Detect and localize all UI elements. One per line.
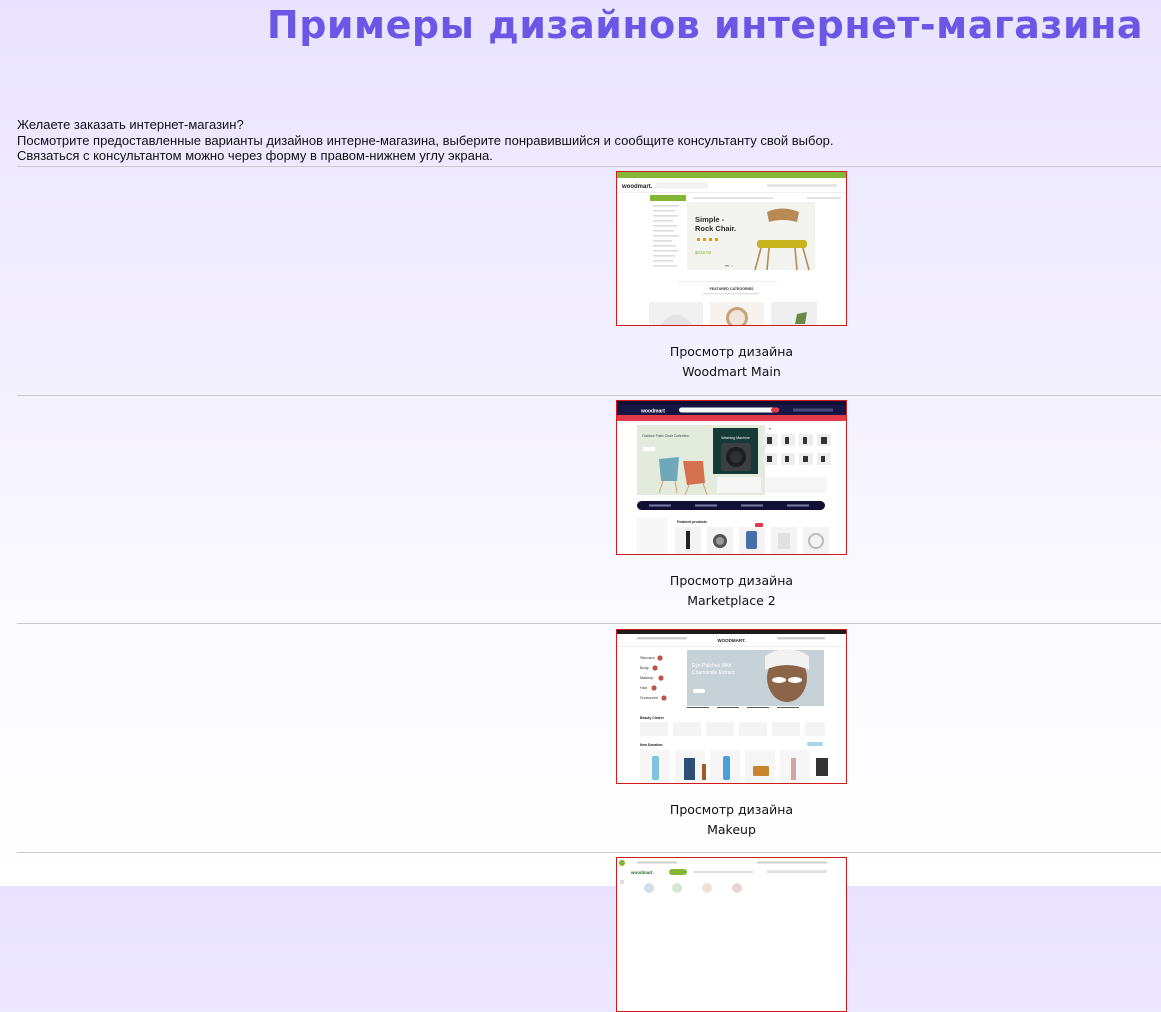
caption-line-preview: Просмотр дизайна <box>669 802 794 817</box>
thumb-category: Hair <box>640 686 648 690</box>
intro-text: Желаете заказать интернет-магазин? Посмо… <box>17 117 1147 164</box>
thumb-hero-title-1: Simple - <box>695 215 725 224</box>
divider <box>17 623 1161 624</box>
svg-text:≡: ≡ <box>769 427 771 431</box>
thumb-section-title: FEATURED CATEGORIES <box>710 287 754 291</box>
thumb-logo: woodmart. <box>630 870 654 875</box>
caption-line-design-name: Woodmart Main <box>682 364 781 379</box>
divider <box>17 166 1161 167</box>
thumb-hero-title-1: Eye Patches With <box>692 663 732 669</box>
divider <box>17 395 1161 396</box>
thumb-logo: WOODMART. <box>717 638 745 643</box>
thumb-hero-text: Outdoor Patio Chair Collection <box>642 434 689 438</box>
caption-line-design-name: Makeup <box>707 822 756 837</box>
intro-line-contact: Связаться с консультантом можно через фо… <box>17 148 493 163</box>
thumb-section-title: Featured products <box>677 520 707 524</box>
divider <box>17 852 1161 853</box>
thumb-hero-title-2: Chamomile Extract <box>692 670 735 676</box>
intro-line-question: Желаете заказать интернет-магазин? <box>17 117 244 132</box>
thumb-section-title: Beauty Clearer <box>640 716 665 720</box>
caption-line-preview: Просмотр дизайна <box>669 344 794 359</box>
thumb-promo: Washing Machine <box>721 436 749 440</box>
design-thumbnail-makeup[interactable]: WOODMART. Skincare Body Makeup Hair Suns… <box>616 629 847 784</box>
thumb-section-title: New Donation <box>640 743 663 747</box>
thumb-price: $219.00 <box>695 250 712 255</box>
intro-line-instructions: Посмотрите предоставленные варианты диза… <box>17 132 834 148</box>
design-thumbnail-marketplace-2[interactable]: woodmart Outdoor Patio Chair Collection … <box>616 400 847 555</box>
thumb-logo: woodmart. <box>621 184 653 190</box>
thumb-hero-title-2: Rock Chair. <box>695 224 736 233</box>
thumb-category: Skincare <box>640 656 655 660</box>
design-thumbnail-partial[interactable]: woodmart. <box>616 857 847 1012</box>
thumb-category: Makeup <box>640 676 654 680</box>
thumb-category: Body <box>640 666 649 670</box>
caption-line-design-name: Marketplace 2 <box>687 593 776 608</box>
design-caption-makeup[interactable]: Просмотр дизайна Makeup <box>616 800 847 840</box>
thumb-category: Sunscreen <box>640 696 658 700</box>
design-caption-woodmart-main[interactable]: Просмотр дизайна Woodmart Main <box>616 342 847 382</box>
caption-line-preview: Просмотр дизайна <box>669 573 794 588</box>
page-title: Примеры дизайнов интернет-магазина <box>266 3 1143 47</box>
design-caption-marketplace-2[interactable]: Просмотр дизайна Marketplace 2 <box>616 571 847 611</box>
thumb-logo: woodmart <box>640 409 665 415</box>
design-thumbnail-woodmart-main[interactable]: woodmart. Simple - Rock Chair. $219.00 F… <box>616 171 847 326</box>
